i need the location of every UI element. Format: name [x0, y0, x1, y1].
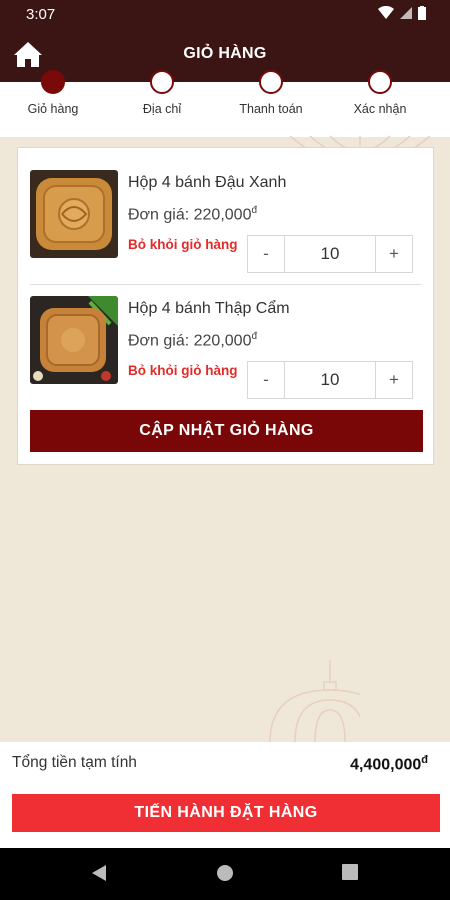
battery-icon — [418, 6, 426, 20]
decrease-quantity-button[interactable]: - — [247, 235, 285, 273]
status-bar: 3:07 — [0, 0, 450, 30]
wifi-icon — [378, 6, 394, 19]
step-confirm: Xác nhận — [330, 70, 430, 116]
product-image[interactable] — [30, 296, 118, 384]
increase-quantity-button[interactable]: + — [375, 235, 413, 273]
update-cart-button[interactable]: CẬP NHẬT GIỎ HÀNG — [30, 410, 423, 452]
product-image[interactable] — [30, 170, 118, 258]
step-label: Xác nhận — [353, 102, 407, 116]
cart-item: Hộp 4 bánh Thập Cẩm Đơn giá: 220,000đ Bỏ… — [18, 284, 435, 409]
subtotal-value: 4,400,000 — [350, 756, 422, 774]
currency-symbol: đ — [421, 754, 428, 766]
checkout-stepper: Giỏ hàng Địa chỉ Thanh toán Xác nhận — [0, 70, 450, 137]
step-cart: Giỏ hàng — [3, 70, 103, 116]
step-label: Giỏ hàng — [27, 102, 79, 116]
remove-from-cart-link[interactable]: Bỏ khỏi giỏ hàng — [128, 237, 238, 252]
step-address: Địa chỉ — [112, 70, 212, 116]
product-name[interactable]: Hộp 4 bánh Đậu Xanh — [128, 174, 286, 192]
increase-quantity-button[interactable]: + — [375, 361, 413, 399]
home-nav-icon[interactable] — [216, 864, 234, 882]
currency-symbol: đ — [251, 205, 258, 216]
status-icons — [378, 6, 426, 20]
cart-item: Hộp 4 bánh Đậu Xanh Đơn giá: 220,000đ Bỏ… — [18, 158, 435, 283]
currency-symbol: đ — [251, 331, 258, 342]
subtotal-amount: 4,400,000đ — [350, 754, 428, 774]
step-dot-active — [41, 70, 65, 94]
step-dot — [368, 70, 392, 94]
lantern-decoration-bottom — [269, 660, 360, 742]
unit-price: Đơn giá: 220,000đ — [128, 331, 257, 350]
page-title: GIỎ HÀNG — [183, 45, 267, 62]
step-payment: Thanh toán — [221, 70, 321, 116]
cart-card: Hộp 4 bánh Đậu Xanh Đơn giá: 220,000đ Bỏ… — [17, 147, 434, 465]
product-name[interactable]: Hộp 4 bánh Thập Cẩm — [128, 300, 290, 318]
status-time: 3:07 — [26, 6, 56, 23]
subtotal-label: Tổng tiền tạm tính — [12, 754, 137, 771]
quantity-value[interactable]: 10 — [285, 361, 375, 399]
step-dot — [259, 70, 283, 94]
unit-price-value: Đơn giá: 220,000 — [128, 332, 252, 350]
order-summary: Tổng tiền tạm tính 4,400,000đ TIẾN HÀNH … — [0, 742, 450, 848]
unit-price-value: Đơn giá: 220,000 — [128, 206, 252, 224]
quantity-value[interactable]: 10 — [285, 235, 375, 273]
back-icon[interactable] — [90, 864, 108, 882]
quantity-stepper: - 10 + — [247, 235, 413, 273]
step-dot — [150, 70, 174, 94]
remove-from-cart-link[interactable]: Bỏ khỏi giỏ hàng — [128, 363, 238, 378]
recents-icon[interactable] — [342, 864, 358, 880]
system-nav-bar — [0, 848, 450, 900]
decrease-quantity-button[interactable]: - — [247, 361, 285, 399]
step-label: Địa chỉ — [142, 102, 182, 116]
quantity-stepper: - 10 + — [247, 361, 413, 399]
signal-icon — [400, 7, 412, 19]
unit-price: Đơn giá: 220,000đ — [128, 205, 257, 224]
checkout-button[interactable]: TIẾN HÀNH ĐẶT HÀNG — [12, 794, 440, 832]
step-label: Thanh toán — [239, 102, 303, 116]
